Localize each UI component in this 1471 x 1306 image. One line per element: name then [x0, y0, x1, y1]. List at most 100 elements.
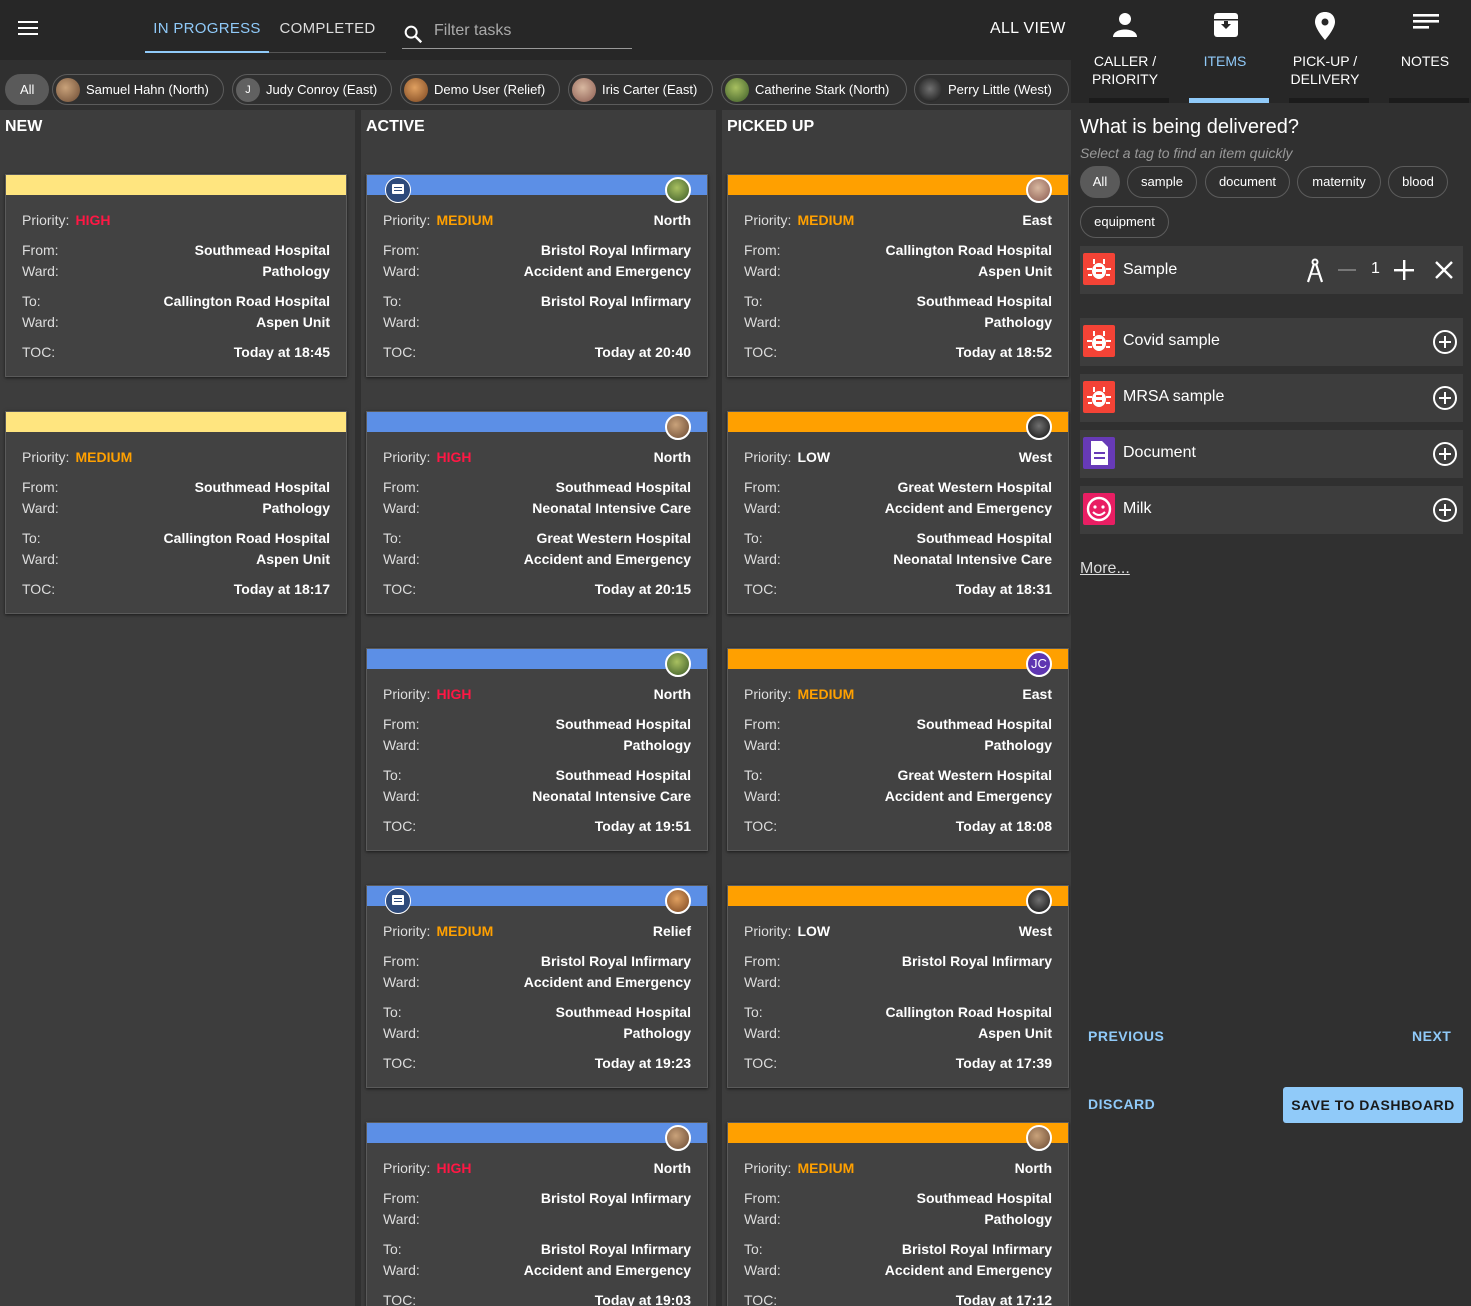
to-value: Southmead Hospital	[916, 293, 1052, 309]
chip-label: Demo User (Relief)	[434, 82, 546, 97]
add-item-icon[interactable]	[1433, 442, 1457, 466]
previous-button[interactable]: PREVIOUS	[1088, 1028, 1164, 1044]
message-icon[interactable]	[385, 177, 411, 203]
task-card[interactable]: Priority: HIGH North From: Bristol Royal Inf…	[366, 1122, 708, 1306]
tab-caller-priority[interactable]: CALLER / PRIORITY	[1075, 0, 1175, 103]
chip-all[interactable]: All	[5, 74, 50, 105]
priority-row: Priority: MEDIUM East	[744, 212, 1052, 232]
from-ward-label: Ward:	[22, 263, 59, 279]
task-card[interactable]: Priority: HIGH North From: Southmead Hospita…	[366, 411, 708, 614]
assignee-avatar: JC	[1026, 651, 1052, 677]
from-label: From:	[22, 479, 59, 495]
card-row: Ward: Pathology	[22, 500, 330, 520]
toc-label: TOC:	[744, 581, 778, 597]
to-ward-value: Accident and Emergency	[523, 551, 691, 567]
card-row: To: Bristol Royal Infirmary	[383, 1241, 691, 1261]
to-ward-value: Accident and Emergency	[884, 1262, 1052, 1278]
assignee-avatar	[665, 1125, 691, 1151]
menu-icon[interactable]	[18, 21, 38, 37]
to-value: Great Western Hospital	[536, 530, 691, 546]
from-ward-value: Pathology	[262, 263, 330, 279]
task-card[interactable]: Priority: MEDIUM North From: Bristol Royal I…	[366, 174, 708, 377]
add-item-icon[interactable]	[1433, 330, 1457, 354]
priority-value: MEDIUM	[797, 686, 855, 702]
message-icon[interactable]	[385, 888, 411, 914]
item-row[interactable]: Milk	[1080, 486, 1463, 534]
user-filter-chips: All Samuel Hahn (North) J Judy Conroy (E…	[0, 60, 1071, 110]
toc-value: Today at 18:52	[955, 344, 1052, 360]
from-value: Southmead Hospital	[194, 479, 330, 495]
to-ward-value: Accident and Emergency	[523, 1262, 691, 1278]
tab-completed[interactable]: COMPLETED	[269, 0, 386, 53]
item-row[interactable]: Document	[1080, 430, 1463, 478]
from-ward-label: Ward:	[383, 263, 420, 279]
item-row[interactable]: MRSA sample	[1080, 374, 1463, 422]
avatar	[56, 78, 80, 102]
person-icon	[1113, 13, 1137, 37]
task-card[interactable]: JC Priority: MEDIUM East From: Southmead Hosp…	[727, 648, 1069, 851]
panel-hint: Select a tag to find an item quickly	[1080, 145, 1293, 161]
toc-value: Today at 20:15	[594, 581, 691, 597]
chip-user[interactable]: Demo User (Relief)	[400, 74, 560, 105]
tag-all[interactable]: All	[1080, 166, 1120, 198]
task-card[interactable]: Priority: LOW West From: Bristol Royal Infir…	[727, 885, 1069, 1088]
priority-row: Priority: HIGH	[22, 212, 330, 232]
tag-maternity[interactable]: maternity	[1297, 166, 1381, 198]
tab-in-progress[interactable]: IN PROGRESS	[145, 0, 269, 53]
tag-blood[interactable]: blood	[1388, 166, 1448, 198]
task-card[interactable]: Priority: LOW West From: Great Western Hospi…	[727, 411, 1069, 614]
filter-tasks-input[interactable]	[434, 22, 624, 40]
task-card[interactable]: Priority: MEDIUM Relief From: Bristol Royal …	[366, 885, 708, 1088]
tag-sample[interactable]: sample	[1127, 166, 1197, 198]
next-button[interactable]: NEXT	[1412, 1028, 1451, 1044]
to-ward-value: Accident and Emergency	[884, 788, 1052, 804]
card-row: TOC: Today at 18:31	[744, 581, 1052, 601]
priority-value: MEDIUM	[797, 212, 855, 228]
save-to-dashboard-button[interactable]: SAVE TO DASHBOARD	[1283, 1087, 1463, 1123]
tab-notes[interactable]: NOTES	[1375, 0, 1471, 103]
card-row: From: Southmead Hospital	[22, 242, 330, 262]
chip-user[interactable]: Samuel Hahn (North)	[52, 74, 224, 105]
close-icon[interactable]	[1435, 261, 1453, 279]
from-label: From:	[744, 242, 781, 258]
to-ward-label: Ward:	[383, 788, 420, 804]
tab-items[interactable]: ITEMS	[1175, 0, 1275, 103]
to-ward-label: Ward:	[744, 314, 781, 330]
chip-user[interactable]: Perry Little (West)	[914, 74, 1069, 105]
compass-icon[interactable]	[1305, 258, 1325, 284]
chip-label: Perry Little (West)	[948, 82, 1052, 97]
from-label: From:	[744, 953, 781, 969]
task-card[interactable]: Priority: MEDIUM North From: Southmead Hospi…	[727, 1122, 1069, 1306]
decrement-button[interactable]	[1338, 269, 1356, 271]
task-card[interactable]: Priority: HIGH North From: Southmead Hospita…	[366, 648, 708, 851]
tab-pickup-delivery[interactable]: PICK-UP / DELIVERY	[1275, 0, 1375, 103]
to-label: To:	[383, 1241, 402, 1257]
region-value: North	[653, 1160, 691, 1176]
tag-equipment[interactable]: equipment	[1080, 206, 1169, 238]
chip-label: Iris Carter (East)	[602, 82, 698, 97]
chip-user[interactable]: J Judy Conroy (East)	[232, 74, 392, 105]
increment-button[interactable]	[1394, 260, 1414, 280]
chip-user[interactable]: Iris Carter (East)	[568, 74, 713, 105]
from-value: Southmead Hospital	[916, 716, 1052, 732]
from-ward-label: Ward:	[22, 500, 59, 516]
card-row: Ward:	[383, 314, 691, 334]
discard-button[interactable]: DISCARD	[1088, 1096, 1155, 1112]
avatar	[725, 78, 749, 102]
toc-label: TOC:	[744, 818, 778, 834]
notes-icon	[1413, 14, 1439, 29]
tag-document[interactable]: document	[1205, 166, 1290, 198]
task-card[interactable]: Priority: MEDIUM East From: Callington Road …	[727, 174, 1069, 377]
status-stripe	[728, 175, 1068, 195]
add-item-icon[interactable]	[1433, 498, 1457, 522]
all-view-button[interactable]: ALL VIEW	[990, 20, 1066, 38]
from-ward-value: Pathology	[623, 737, 691, 753]
add-item-icon[interactable]	[1433, 386, 1457, 410]
task-card[interactable]: Priority: MEDIUM From: Southmead Hospital Wa…	[5, 411, 347, 614]
chip-user[interactable]: Catherine Stark (North)	[721, 74, 907, 105]
task-card[interactable]: Priority: HIGH From: Southmead Hospital Ward…	[5, 174, 347, 377]
to-label: To:	[744, 767, 763, 783]
more-link[interactable]: More...	[1080, 560, 1130, 578]
item-row[interactable]: Covid sample	[1080, 318, 1463, 366]
status-stripe	[728, 412, 1068, 432]
